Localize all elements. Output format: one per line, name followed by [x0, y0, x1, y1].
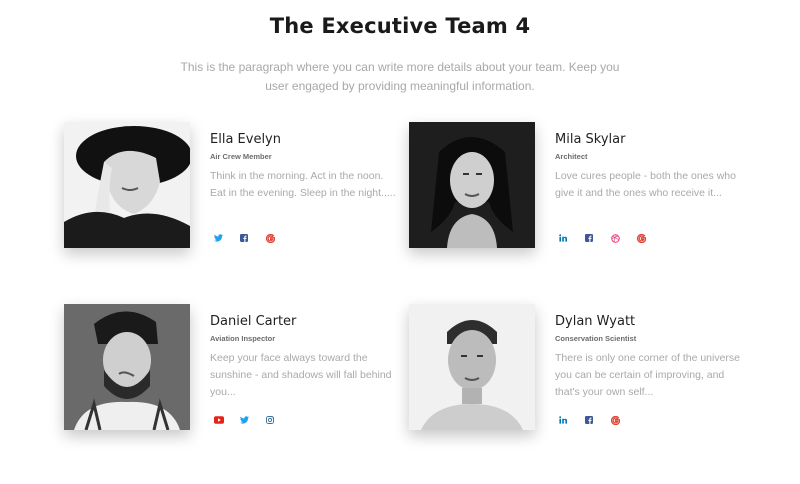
team-card-daniel-carter: Daniel Carter Aviation Inspector Keep yo… — [64, 304, 404, 434]
member-info: Ella Evelyn Air Crew Member Think in the… — [210, 132, 400, 202]
google-icon[interactable] — [637, 231, 663, 245]
social-links — [214, 231, 292, 245]
linkedin-icon[interactable] — [559, 413, 585, 427]
member-info: Mila Skylar Architect Love cures people … — [555, 132, 745, 202]
member-bio: Keep your face always toward the sunshin… — [210, 352, 392, 398]
linkedin-icon[interactable] — [559, 231, 585, 245]
member-bio: Think in the morning. Act in the noon. E… — [210, 170, 396, 199]
social-links — [559, 231, 663, 245]
member-photo — [64, 304, 190, 430]
team-card-ella-evelyn: Ella Evelyn Air Crew Member Think in the… — [64, 122, 404, 252]
member-name: Dylan Wyatt — [555, 314, 636, 329]
twitter-icon[interactable] — [214, 231, 240, 245]
team-card-mila-skylar: Mila Skylar Architect Love cures people … — [409, 122, 749, 252]
member-photo — [409, 304, 535, 430]
member-name: Ella Evelyn — [210, 132, 281, 147]
twitter-icon[interactable] — [240, 413, 266, 427]
section-header: The Executive Team 4 — [0, 14, 800, 38]
member-name: Daniel Carter — [210, 314, 297, 329]
dribbble-icon[interactable] — [611, 231, 637, 245]
member-role: Conservation Scientist — [555, 334, 637, 343]
member-role: Aviation Inspector — [210, 334, 276, 343]
facebook-icon[interactable] — [240, 231, 266, 245]
team-card-dylan-wyatt: Dylan Wyatt Conservation Scientist There… — [409, 304, 749, 434]
member-role: Architect — [555, 152, 588, 161]
member-bio: Love cures people - both the ones who gi… — [555, 170, 736, 199]
google-icon[interactable] — [266, 231, 292, 245]
member-bio: There is only one corner of the universe… — [555, 352, 741, 398]
member-photo — [64, 122, 190, 248]
section-title: The Executive Team 4 — [269, 14, 531, 38]
member-photo — [409, 122, 535, 248]
member-info: Dylan Wyatt Conservation Scientist There… — [555, 314, 745, 401]
google-icon[interactable] — [611, 413, 637, 427]
member-name: Mila Skylar — [555, 132, 626, 147]
section-intro: This is the paragraph where you can writ… — [180, 60, 620, 93]
social-links — [214, 413, 292, 427]
member-info: Daniel Carter Aviation Inspector Keep yo… — [210, 314, 400, 401]
facebook-icon[interactable] — [585, 231, 611, 245]
social-links — [559, 413, 637, 427]
member-role: Air Crew Member — [210, 152, 272, 161]
facebook-icon[interactable] — [585, 413, 611, 427]
instagram-icon[interactable] — [266, 413, 292, 427]
youtube-icon[interactable] — [214, 413, 240, 427]
